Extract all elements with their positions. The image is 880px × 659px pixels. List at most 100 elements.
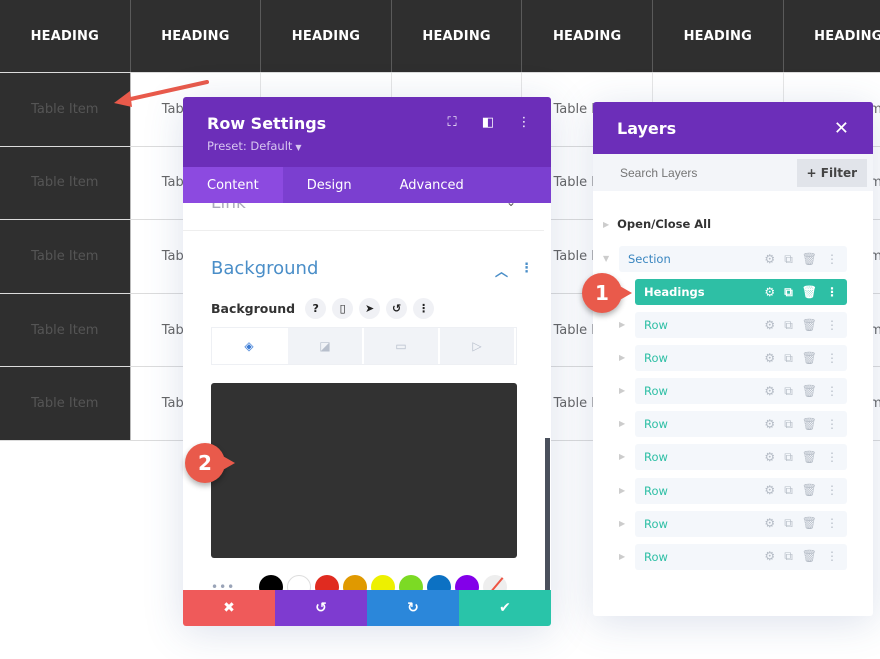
layer-section[interactable]: Section ⚙ ⧉ 🗑 ⋮	[619, 246, 847, 272]
chevron-up-icon[interactable]: ︿	[495, 261, 508, 280]
gear-icon[interactable]: ⚙	[764, 483, 775, 498]
preset-selector[interactable]: Preset: Default ▼	[207, 139, 527, 153]
image-icon[interactable]: ▭	[364, 328, 440, 364]
gear-icon[interactable]: ⚙	[764, 318, 775, 333]
trash-icon[interactable]: 🗑	[802, 351, 817, 366]
triangle-right-icon[interactable]: ▶	[619, 486, 625, 495]
more-icon[interactable]: ⋮	[826, 384, 838, 399]
layer-row[interactable]: Row ⚙ ⧉ 🗑 ⋮	[635, 345, 847, 372]
filter-button[interactable]: + Filter	[796, 158, 867, 187]
swatch-white[interactable]	[287, 575, 311, 590]
more-icon[interactable]: ⋮	[826, 318, 838, 333]
trash-icon[interactable]: 🗑	[802, 417, 817, 432]
fullscreen-icon[interactable]: ⛶	[443, 115, 461, 130]
duplicate-icon[interactable]: ⧉	[784, 285, 793, 300]
layer-row[interactable]: Row ⚙ ⧉ 🗑 ⋮	[635, 510, 847, 537]
tab-design[interactable]: Design	[283, 167, 376, 203]
duplicate-icon[interactable]: ⧉	[784, 252, 793, 267]
triangle-right-icon[interactable]: ▶	[619, 353, 625, 362]
scrollbar[interactable]	[545, 438, 550, 590]
triangle-right-icon[interactable]: ▶	[619, 452, 625, 461]
search-layers-input[interactable]	[620, 165, 790, 180]
trash-icon[interactable]: 🗑	[802, 549, 817, 564]
more-icon[interactable]: ⋮	[826, 351, 838, 366]
triangle-down-icon[interactable]: ▼	[603, 254, 609, 263]
more-options-icon[interactable]: ⋮	[515, 115, 533, 130]
redo-button[interactable]: ↻	[367, 590, 459, 626]
section-title-background[interactable]: Background	[211, 258, 318, 279]
color-preview[interactable]	[211, 383, 517, 558]
trash-icon[interactable]: 🗑	[802, 384, 817, 399]
triangle-right-icon[interactable]: ▶	[619, 320, 625, 329]
duplicate-icon[interactable]: ⧉	[784, 549, 793, 564]
swatch-purple[interactable]	[455, 575, 479, 590]
gear-icon[interactable]: ⚙	[764, 252, 775, 267]
swatch-red[interactable]	[315, 575, 339, 590]
more-icon[interactable]: ⋮	[826, 285, 838, 300]
more-icon[interactable]: ⋮	[826, 549, 838, 564]
swatch-green[interactable]	[399, 575, 423, 590]
layer-row[interactable]: Row ⚙ ⧉ 🗑 ⋮	[635, 411, 847, 438]
trash-icon[interactable]: 🗑	[802, 450, 817, 465]
reset-icon[interactable]: ↺	[386, 298, 408, 319]
more-icon[interactable]: ⋮	[826, 483, 838, 498]
more-icon[interactable]: ⋮	[826, 252, 838, 267]
mobile-icon[interactable]: ▯	[332, 298, 354, 319]
swatch-blue[interactable]	[427, 575, 451, 590]
trash-icon[interactable]: 🗑	[802, 318, 817, 333]
layer-row[interactable]: Row ⚙ ⧉ 🗑 ⋮	[635, 312, 847, 338]
swatch-orange[interactable]	[343, 575, 367, 590]
more-icon[interactable]: ⋮	[826, 516, 838, 531]
tab-advanced[interactable]: Advanced	[376, 167, 488, 203]
close-icon[interactable]: ✕	[834, 118, 849, 139]
duplicate-icon[interactable]: ⧉	[784, 351, 793, 366]
gear-icon[interactable]: ⚙	[764, 384, 775, 399]
gear-icon[interactable]: ⚙	[764, 285, 775, 300]
swatch-black[interactable]	[259, 575, 283, 590]
link-section-toggle[interactable]: Link ⌄	[183, 203, 544, 231]
triangle-right-icon[interactable]: ▶	[619, 519, 625, 528]
gear-icon[interactable]: ⚙	[764, 516, 775, 531]
duplicate-icon[interactable]: ⧉	[784, 516, 793, 531]
more-icon[interactable]: ⋮	[413, 298, 435, 319]
layer-row[interactable]: Row ⚙ ⧉ 🗑 ⋮	[635, 378, 847, 405]
cancel-button[interactable]: ✖	[183, 590, 275, 626]
layer-row[interactable]: Row ⚙ ⧉ 🗑 ⋮	[635, 444, 847, 471]
duplicate-icon[interactable]: ⧉	[784, 450, 793, 465]
duplicate-icon[interactable]: ⧉	[784, 318, 793, 333]
triangle-right-icon[interactable]: ▶	[619, 552, 625, 561]
duplicate-icon[interactable]: ⧉	[784, 483, 793, 498]
duplicate-icon[interactable]: ⧉	[784, 417, 793, 432]
open-close-all[interactable]: ▶ Open/Close All	[603, 217, 711, 231]
paint-bucket-icon[interactable]: ◈	[212, 328, 288, 364]
row-settings-header[interactable]: Row Settings Preset: Default ▼ ⛶ ◧ ⋮	[183, 97, 551, 167]
trash-icon[interactable]: 🗑	[802, 516, 817, 531]
sidebar-layout-icon[interactable]: ◧	[479, 115, 497, 130]
tab-content[interactable]: Content	[183, 167, 283, 203]
layer-row[interactable]: Row ⚙ ⧉ 🗑 ⋮	[635, 543, 847, 570]
duplicate-icon[interactable]: ⧉	[784, 384, 793, 399]
trash-icon[interactable]: 🗑	[802, 285, 817, 300]
trash-icon[interactable]: 🗑	[802, 252, 817, 267]
layer-row[interactable]: Row ⚙ ⧉ 🗑 ⋮	[635, 477, 847, 504]
save-button[interactable]: ✔	[459, 590, 551, 626]
gear-icon[interactable]: ⚙	[764, 549, 775, 564]
gear-icon[interactable]: ⚙	[764, 450, 775, 465]
hover-cursor-icon[interactable]: ➤	[359, 298, 381, 319]
more-colors-icon[interactable]: •••	[211, 580, 255, 590]
video-icon[interactable]: ▷	[440, 328, 516, 364]
swatch-yellow[interactable]	[371, 575, 395, 590]
gradient-icon[interactable]: ◪	[288, 328, 364, 364]
help-icon[interactable]: ?	[305, 298, 327, 319]
more-icon[interactable]: ⋮	[826, 417, 838, 432]
layer-headings[interactable]: Headings ⚙ ⧉ 🗑 ⋮	[635, 279, 847, 305]
gear-icon[interactable]: ⚙	[764, 417, 775, 432]
gear-icon[interactable]: ⚙	[764, 351, 775, 366]
triangle-right-icon[interactable]: ▶	[619, 419, 625, 428]
layers-header[interactable]: Layers ✕	[593, 102, 873, 154]
undo-button[interactable]: ↺	[275, 590, 367, 626]
section-more-icon[interactable]: ⋮	[520, 261, 533, 280]
trash-icon[interactable]: 🗑	[802, 483, 817, 498]
triangle-right-icon[interactable]: ▶	[619, 386, 625, 395]
swatch-none[interactable]	[483, 575, 507, 590]
